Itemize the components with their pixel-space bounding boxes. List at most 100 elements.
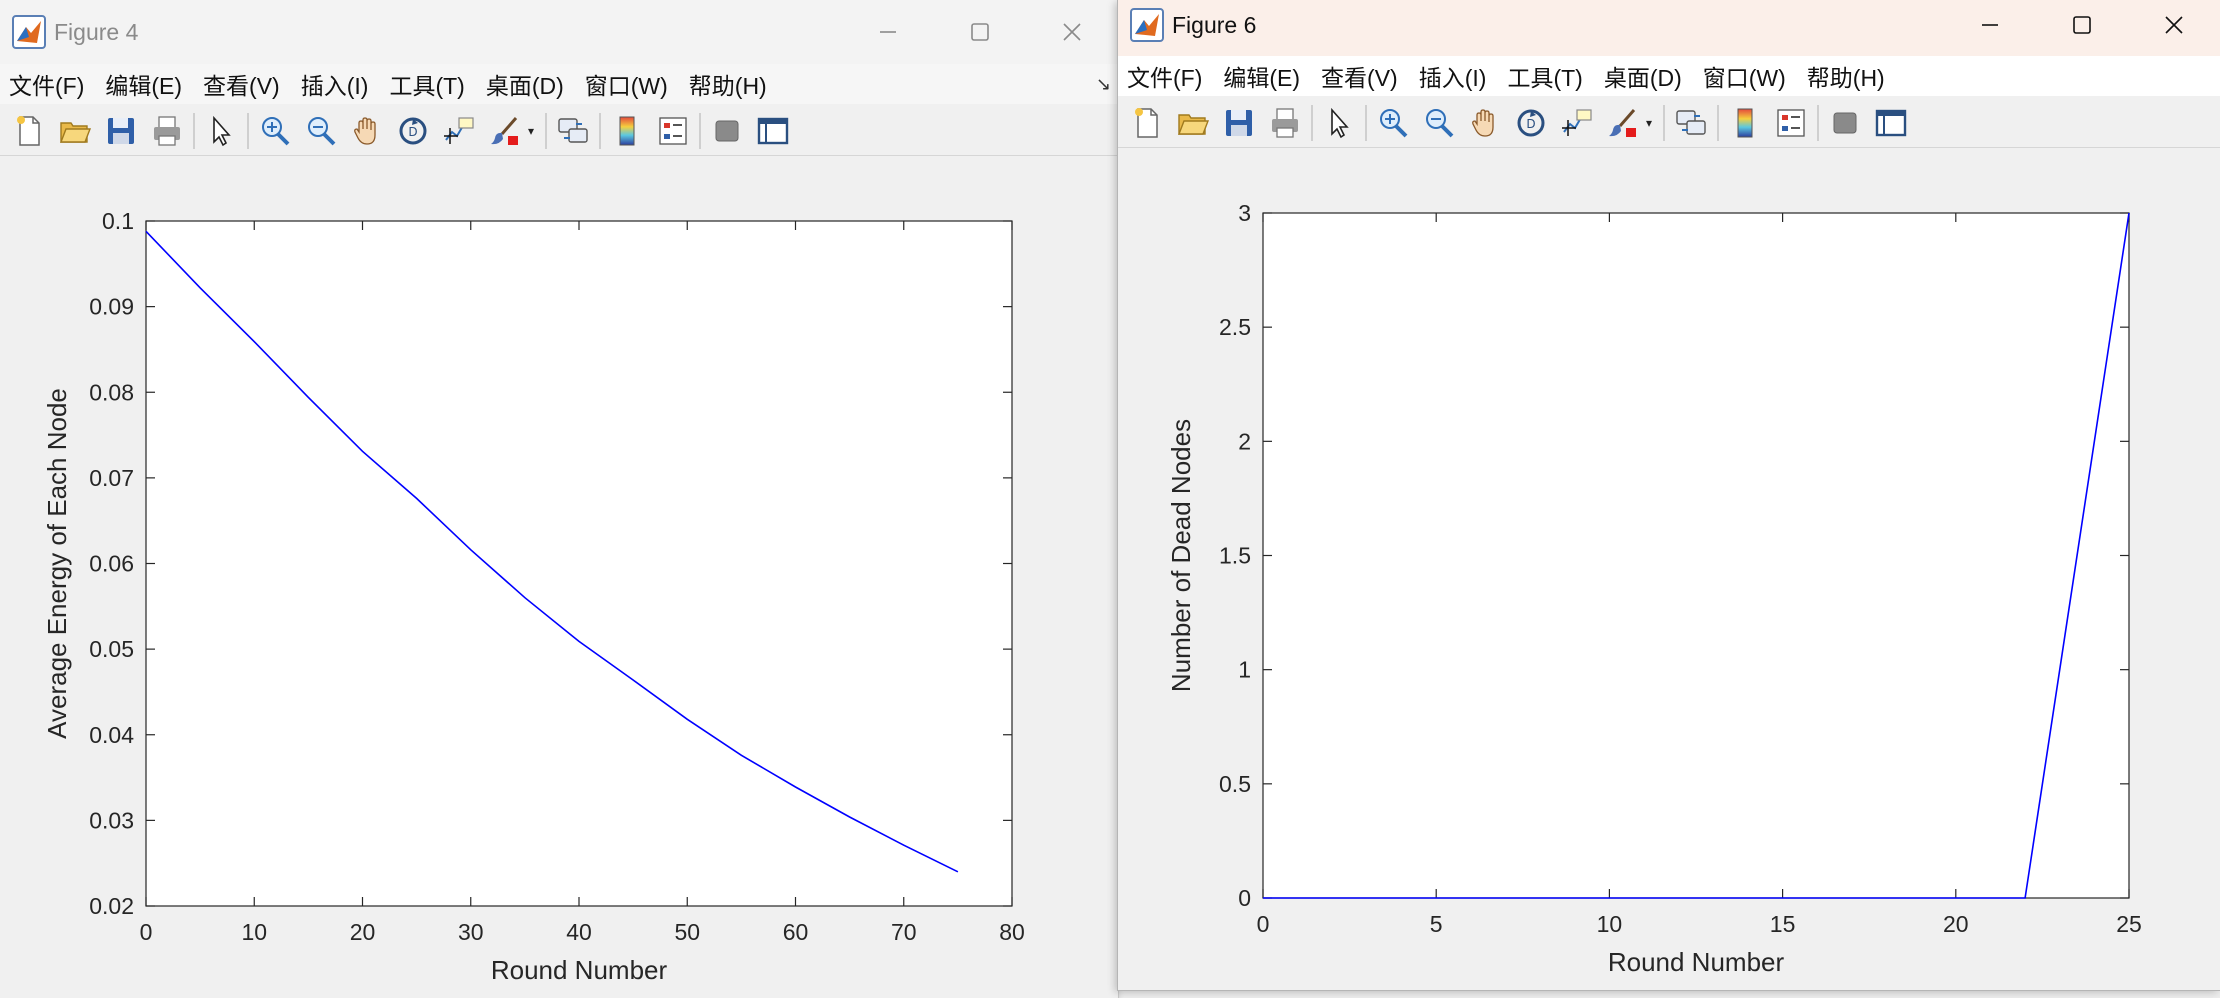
legend-button[interactable] <box>650 108 696 154</box>
rotate-3d-button[interactable]: D <box>390 108 436 154</box>
print-button[interactable] <box>1262 100 1308 146</box>
dead-nodes-line-chart: 0 5 10 15 20 25 0 0.5 1 1.5 2 2.5 3 Round Number Numbe… <box>1166 200 2142 977</box>
select-arrow-icon <box>213 115 231 146</box>
link-plot-icon <box>1676 109 1706 135</box>
pan-hand-button[interactable] <box>1462 100 1508 146</box>
open-file-button[interactable] <box>1170 100 1216 146</box>
save-button[interactable] <box>98 108 144 154</box>
colorbar-button[interactable] <box>1722 100 1768 146</box>
menu-help[interactable]: 帮助(H) <box>1798 59 1897 93</box>
y-tick-label: 1.5 <box>1219 543 1251 569</box>
open-file-button[interactable] <box>52 108 98 154</box>
menu-tools[interactable]: 工具(T) <box>1498 59 1594 93</box>
data-cursor-button[interactable] <box>436 108 482 154</box>
toolbar-separator <box>1663 104 1665 141</box>
hide-plot-tools-icon <box>1833 112 1857 133</box>
brush-dropdown-arrow-icon[interactable]: ▾ <box>528 124 542 138</box>
y-tick-label: 0.06 <box>89 551 134 577</box>
new-figure-icon <box>1135 107 1158 138</box>
new-figure-icon <box>17 115 40 146</box>
title-bar[interactable]: Figure 6 <box>1118 0 2220 56</box>
menu-window[interactable]: 窗口(W) <box>576 67 680 101</box>
brush-button[interactable] <box>1600 100 1646 146</box>
rotate-3d-button[interactable]: D <box>1508 100 1554 146</box>
minimize-button[interactable] <box>842 0 934 64</box>
menu-desktop[interactable]: 桌面(D) <box>477 67 576 101</box>
menu-view[interactable]: 查看(V) <box>194 67 292 101</box>
print-button[interactable] <box>144 108 190 154</box>
data-cursor-button[interactable] <box>1554 100 1600 146</box>
menu-tools[interactable]: 工具(T) <box>380 67 476 101</box>
zoom-out-button[interactable] <box>1416 100 1462 146</box>
menu-file[interactable]: 文件(F) <box>0 67 96 101</box>
svg-text:D: D <box>408 125 417 139</box>
maximize-icon <box>2073 16 2091 34</box>
figure-4-window: Figure 4 文件(F) 编辑(E) 查看(V) 插入(I) 工具(T) 桌… <box>0 0 1118 998</box>
menu-window[interactable]: 窗口(W) <box>1694 59 1798 93</box>
pan-hand-button[interactable] <box>344 108 390 154</box>
axes-box <box>145 220 1013 907</box>
show-plot-tools-button[interactable] <box>750 108 796 154</box>
brush-button[interactable] <box>482 108 528 154</box>
brush-icon <box>491 116 518 145</box>
show-plot-tools-button[interactable] <box>1868 100 1914 146</box>
select-arrow-button[interactable] <box>198 108 244 154</box>
legend-button[interactable] <box>1768 100 1814 146</box>
toolbar-separator <box>1817 104 1819 141</box>
colorbar-button[interactable] <box>604 108 650 154</box>
zoom-out-button[interactable] <box>298 108 344 154</box>
hide-plot-tools-icon <box>715 120 739 141</box>
y-tick-label: 2 <box>1238 428 1251 454</box>
link-plot-button[interactable] <box>1668 100 1714 146</box>
dock-arrow-icon[interactable]: ↘ <box>1096 74 1111 95</box>
minimize-icon <box>880 31 896 33</box>
zoom-in-button[interactable] <box>252 108 298 154</box>
close-button[interactable] <box>1026 0 1118 64</box>
menu-insert[interactable]: 插入(I) <box>292 67 381 101</box>
x-tick-label: 0 <box>1257 911 1270 937</box>
menu-desktop[interactable]: 桌面(D) <box>1595 59 1694 93</box>
menu-file[interactable]: 文件(F) <box>1118 59 1214 93</box>
link-plot-button[interactable] <box>550 108 596 154</box>
new-figure-button[interactable] <box>1124 100 1170 146</box>
show-plot-tools-icon <box>757 117 789 144</box>
toolbar-separator <box>1365 104 1367 141</box>
close-icon <box>2165 16 2183 34</box>
y-tick-label: 0.03 <box>89 807 134 833</box>
hide-plot-tools-button[interactable] <box>704 108 750 154</box>
zoom-out-icon <box>308 116 336 145</box>
select-arrow-icon <box>1331 107 1349 138</box>
menu-edit[interactable]: 编辑(E) <box>1214 59 1312 93</box>
figure-canvas: 0 10 20 30 40 50 60 70 80 0.02 0.03 0.04 0.05 0.06 0.0… <box>0 157 1118 998</box>
save-button[interactable] <box>1216 100 1262 146</box>
x-tick-label: 5 <box>1430 911 1443 937</box>
y-tick-label: 0.07 <box>89 465 134 491</box>
zoom-in-button[interactable] <box>1370 100 1416 146</box>
menu-edit[interactable]: 编辑(E) <box>96 67 194 101</box>
zoom-in-icon <box>1380 108 1408 137</box>
menu-insert[interactable]: 插入(I) <box>1410 59 1499 93</box>
legend-icon <box>659 116 687 145</box>
toolbar-separator <box>545 112 547 149</box>
matlab-app-icon <box>1130 8 1164 42</box>
maximize-button[interactable] <box>934 0 1026 64</box>
menu-view[interactable]: 查看(V) <box>1312 59 1410 93</box>
y-tick-label: 0.02 <box>89 893 134 919</box>
window-controls <box>1944 0 2220 56</box>
close-button[interactable] <box>2128 0 2220 56</box>
y-tick-label: 0 <box>1238 885 1251 911</box>
show-plot-tools-icon <box>1875 109 1907 136</box>
brush-icon <box>1609 108 1636 137</box>
menu-help[interactable]: 帮助(H) <box>680 67 779 101</box>
figure-6-window: Figure 6 文件(F) 编辑(E) 查看(V) 插入(I) 工具(T) 桌… <box>1118 0 2220 990</box>
brush-dropdown-arrow-icon[interactable]: ▾ <box>1646 116 1660 130</box>
maximize-button[interactable] <box>2036 0 2128 56</box>
select-arrow-button[interactable] <box>1316 100 1362 146</box>
toolbar-separator <box>193 112 195 149</box>
new-figure-button[interactable] <box>6 108 52 154</box>
minimize-button[interactable] <box>1944 0 2036 56</box>
hide-plot-tools-button[interactable] <box>1822 100 1868 146</box>
y-tick-label: 0.1 <box>102 208 134 234</box>
title-bar[interactable]: Figure 4 <box>0 0 1118 64</box>
x-axis-label: Round Number <box>1608 947 1785 977</box>
